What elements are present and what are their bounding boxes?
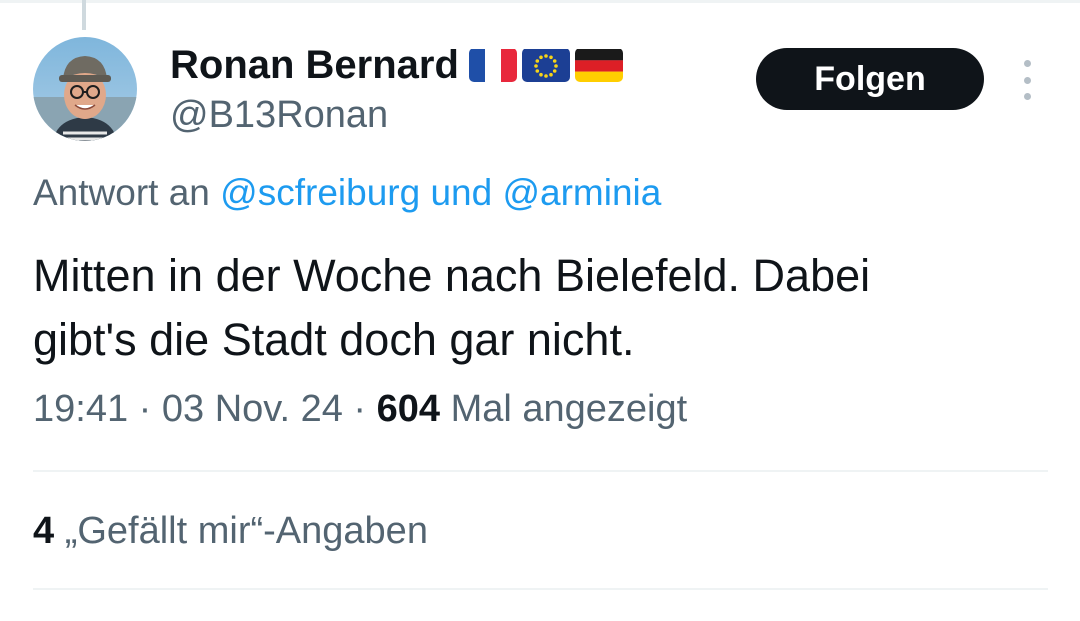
follow-button[interactable]: Folgen — [756, 48, 984, 110]
reply-conjunction[interactable]: und — [430, 172, 492, 213]
thread-connector-line — [82, 0, 86, 30]
top-divider — [0, 0, 1080, 3]
divider — [33, 470, 1048, 472]
avatar[interactable] — [33, 37, 137, 141]
german-flag-icon — [574, 48, 623, 82]
likes-summary[interactable]: 4 „Gefällt mir“-Angaben — [33, 510, 428, 553]
french-flag-icon — [468, 48, 517, 82]
tweet-text-line-1: Mitten in der Woche nach Bielefeld. Dabe… — [33, 250, 871, 301]
flag-emojis — [468, 48, 623, 82]
tweet-text-line-2: gibt's die Stadt doch gar nicht. — [33, 314, 635, 365]
meta-separator: · — [138, 388, 152, 430]
tweet-time[interactable]: 19:41 — [33, 388, 128, 430]
author-name[interactable]: Ronan Bernard — [170, 43, 459, 88]
tweet-text: Mitten in der Woche nach Bielefeld. Dabe… — [33, 244, 1033, 372]
meta-separator: · — [353, 388, 367, 430]
reply-context: Antwort an @scfreiburg und @arminia — [33, 172, 661, 214]
tweet-card: Ronan Bernard @B13Ronan Folgen Antwort a… — [0, 0, 1080, 621]
tweet-date[interactable]: 03 Nov. 24 — [162, 388, 343, 430]
divider — [33, 588, 1048, 590]
mention-link-scfreiburg[interactable]: @scfreiburg — [220, 172, 420, 213]
likes-count[interactable]: 4 — [33, 510, 54, 552]
eu-flag-icon — [521, 48, 570, 82]
more-options-icon[interactable] — [1012, 60, 1042, 100]
tweet-metadata: 19:41 · 03 Nov. 24 · 604 Mal angezeigt — [33, 388, 687, 431]
views-count: 604 — [376, 388, 441, 430]
author-handle[interactable]: @B13Ronan — [170, 94, 388, 137]
likes-label[interactable]: „Gefällt mir“-Angaben — [65, 510, 428, 552]
author-name-row[interactable]: Ronan Bernard — [170, 42, 623, 88]
mention-link-arminia[interactable]: @arminia — [502, 172, 661, 213]
views-label: Mal angezeigt — [450, 388, 688, 430]
reply-prefix: Antwort an — [33, 172, 210, 213]
